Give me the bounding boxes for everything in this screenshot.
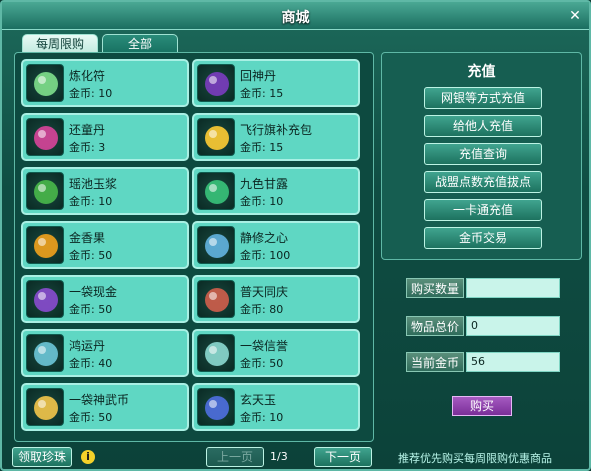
item-name: 静修之心 [240, 231, 289, 245]
quantity-input[interactable] [466, 278, 560, 298]
item-grid: 炼化符 金币: 10 回神丹 金币: 15 还童丹 金币: 3 飞行旗补充包 金币: 1… [14, 52, 374, 442]
shop-item-card[interactable]: 一袋现金金币: 50 [21, 275, 189, 323]
recharge-query-button[interactable]: 充值查询 [424, 143, 542, 165]
shop-item-card[interactable]: 普天同庆金币: 80 [192, 275, 360, 323]
shop-item-card[interactable]: 玄天玉金币: 10 [192, 383, 360, 431]
item-price: 金币: 10 [240, 411, 284, 424]
current-gold-label: 当前金币 [406, 352, 464, 372]
window-title: 商城 [281, 10, 310, 26]
one-card-recharge-button[interactable]: 一卡通充值 [424, 199, 542, 221]
green-jar-icon [34, 180, 58, 204]
item-price: 金币: 10 [69, 195, 113, 208]
close-icon[interactable]: ✕ [567, 8, 583, 24]
total-price-field: 0 [466, 316, 560, 336]
flag-pack-icon [205, 126, 229, 150]
golden-fruit-icon [26, 226, 64, 264]
item-price: 金币: 3 [69, 141, 106, 154]
item-price: 金币: 80 [240, 303, 284, 316]
potion-bottle-icon [197, 280, 235, 318]
talisman-icon [26, 64, 64, 102]
vase-icon [26, 334, 64, 372]
item-price: 金币: 40 [69, 357, 113, 370]
reputation-bag-icon [205, 342, 229, 366]
shop-item-card[interactable]: 鸿运丹金币: 40 [21, 329, 189, 377]
jade-icon [205, 396, 229, 420]
item-name: 炼化符 [69, 69, 106, 83]
prev-page-button[interactable]: 上一页 [206, 447, 264, 467]
quantity-label: 购买数量 [406, 278, 464, 298]
alliance-points-recharge-button[interactable]: 战盟点数充值拔点 [424, 171, 542, 193]
shop-item-card[interactable]: 飞行旗补充包 金币: 15 [192, 113, 360, 161]
total-price-label: 物品总价 [406, 316, 464, 336]
shop-item-card[interactable]: 一袋信誉金币: 50 [192, 329, 360, 377]
pink-pearl-icon [26, 118, 64, 156]
gold-trade-button[interactable]: 金币交易 [424, 227, 542, 249]
money-bag-icon [26, 280, 64, 318]
vase-icon [34, 342, 58, 366]
coin-bag-icon [34, 396, 58, 420]
item-price: 金币: 50 [69, 411, 113, 424]
item-name: 飞行旗补充包 [240, 123, 313, 137]
shop-item-card[interactable]: 还童丹金币: 3 [21, 113, 189, 161]
item-price: 金币: 15 [240, 87, 284, 100]
green-jar-icon [26, 172, 64, 210]
item-name: 一袋现金 [69, 285, 118, 299]
potion-bottle-icon [205, 288, 229, 312]
recharge-panel: 充值 网银等方式充值 给他人充值 充值查询 战盟点数充值拔点 一卡通充值 金币交… [381, 52, 582, 260]
shop-item-card[interactable]: 回神丹金币: 15 [192, 59, 360, 107]
tab-weekly-limited[interactable]: 每周限购 [22, 34, 98, 54]
grape-pill-icon [205, 72, 229, 96]
item-name: 玄天玉 [240, 393, 277, 407]
page-indicator: 1/3 [270, 450, 288, 463]
shop-item-card[interactable]: 瑶池玉浆金币: 10 [21, 167, 189, 215]
item-price: 金币: 50 [240, 357, 284, 370]
green-gem-icon [205, 180, 229, 204]
item-price: 金币: 50 [69, 249, 113, 262]
shop-item-card[interactable]: 九色甘露金币: 10 [192, 167, 360, 215]
item-name: 九色甘露 [240, 177, 289, 191]
item-name: 一袋信誉 [240, 339, 289, 353]
recharge-title: 充值 [467, 64, 496, 80]
flag-pack-icon [197, 118, 235, 156]
shop-item-card[interactable]: 炼化符金币: 10 [21, 59, 189, 107]
item-name: 回神丹 [240, 69, 277, 83]
pink-pearl-icon [34, 126, 58, 150]
money-bag-icon [34, 288, 58, 312]
item-name: 瑶池玉浆 [69, 177, 118, 191]
info-icon[interactable]: i [81, 450, 95, 464]
jade-icon [197, 388, 235, 426]
talisman-icon [34, 72, 58, 96]
item-price: 金币: 15 [240, 141, 284, 154]
item-name: 普天同庆 [240, 285, 289, 299]
next-page-button[interactable]: 下一页 [314, 447, 372, 467]
shop-window: 商城 ✕ 每周限购 全部 炼化符 金币: 10 回神丹 金币: 15 还童丹 金币: … [0, 0, 591, 471]
heart-gem-icon [205, 234, 229, 258]
tab-all[interactable]: 全部 [102, 34, 178, 54]
shop-item-card[interactable]: 一袋神武币金币: 50 [21, 383, 189, 431]
grape-pill-icon [197, 64, 235, 102]
item-price: 金币: 50 [69, 303, 113, 316]
item-name: 鸿运丹 [69, 339, 106, 353]
current-gold-field: 56 [466, 352, 560, 372]
coin-bag-icon [26, 388, 64, 426]
green-gem-icon [197, 172, 235, 210]
item-name: 金香果 [69, 231, 106, 245]
heart-gem-icon [197, 226, 235, 264]
item-name: 一袋神武币 [69, 393, 130, 407]
item-price: 金币: 10 [240, 195, 284, 208]
item-price: 金币: 10 [69, 87, 113, 100]
shop-item-card[interactable]: 静修之心金币: 100 [192, 221, 360, 269]
title-bar[interactable]: 商城 ✕ [2, 2, 589, 30]
golden-fruit-icon [34, 234, 58, 258]
item-price: 金币: 100 [240, 249, 291, 262]
claim-pearl-button[interactable]: 领取珍珠 [12, 447, 72, 467]
online-bank-recharge-button[interactable]: 网银等方式充值 [424, 87, 542, 109]
buy-button[interactable]: 购买 [452, 396, 512, 416]
reputation-bag-icon [197, 334, 235, 372]
footer-tip: 推荐优先购买每周限购优惠商品 [398, 452, 552, 465]
recharge-for-others-button[interactable]: 给他人充值 [424, 115, 542, 137]
item-name: 还童丹 [69, 123, 106, 137]
shop-item-card[interactable]: 金香果金币: 50 [21, 221, 189, 269]
